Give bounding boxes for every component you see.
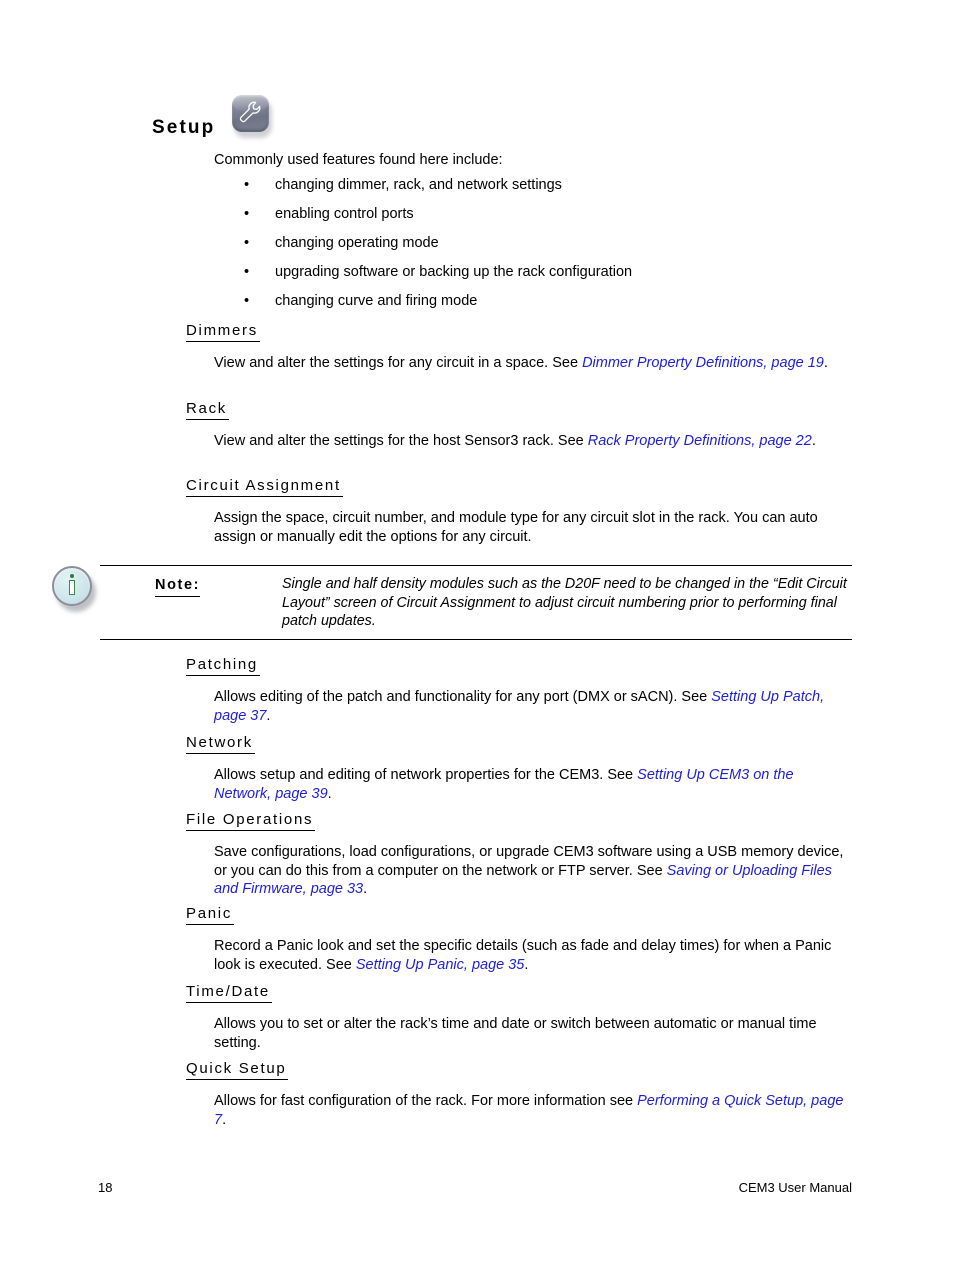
section-body: Record a Panic look and set the specific… (214, 937, 854, 974)
section-body: Save configurations, load configurations… (214, 843, 854, 899)
wrench-icon (231, 94, 273, 138)
section-file-operations: File Operations Save configurations, loa… (186, 811, 854, 899)
section-heading: Dimmers (186, 322, 260, 342)
section-heading: Rack (186, 400, 229, 420)
section-body-pre: View and alter the settings for any circ… (214, 355, 583, 371)
section-body-post: . (524, 956, 529, 973)
note-rule-top (100, 565, 852, 566)
section-body: Allows editing of the patch and function… (214, 688, 854, 725)
note-text: Single and half density modules such as … (282, 576, 847, 629)
section-circuit-assignment: Circuit Assignment Assign the space, cir… (186, 477, 854, 546)
bullet-marker-icon: • (244, 206, 250, 222)
list-item: • enabling control ports (214, 205, 874, 234)
section-body-post: . (327, 785, 332, 802)
section-body-post: . (823, 355, 828, 371)
list-item: • changing operating mode (214, 234, 874, 263)
list-item: • upgrading software or backing up the r… (214, 263, 874, 292)
intro-text: Commonly used features found here includ… (214, 152, 503, 168)
list-item-label: upgrading software or backing up the rac… (275, 264, 633, 280)
section-patching: Patching Allows editing of the patch and… (186, 656, 854, 725)
list-item: • changing dimmer, rack, and network set… (214, 176, 874, 205)
section-body-pre: View and alter the settings for the host… (214, 433, 588, 449)
note-label: Note: (155, 577, 201, 597)
section-body-pre: Allows you to set or alter the rack’s ti… (214, 1016, 817, 1051)
cross-reference-link[interactable]: Rack Property Definitions, page 22 (588, 433, 812, 449)
bullet-marker-icon: • (244, 264, 250, 280)
section-quick-setup: Quick Setup Allows for fast configuratio… (186, 1060, 854, 1129)
section-body: View and alter the settings for the host… (214, 432, 854, 451)
list-item-label: changing operating mode (275, 235, 439, 251)
section-dimmers: Dimmers View and alter the settings for … (186, 322, 854, 373)
bullet-marker-icon: • (244, 293, 250, 309)
document-page: Setup Commonly used features found here … (0, 0, 954, 1272)
section-heading: Quick Setup (186, 1060, 289, 1080)
page-footer: 18 CEM3 User Manual (0, 1180, 954, 1200)
section-body: Assign the space, circuit number, and mo… (214, 509, 854, 546)
list-item: • changing curve and firing mode (214, 292, 874, 321)
footer-manual-title: CEM3 User Manual (738, 1180, 852, 1195)
footer-page-number: 18 (98, 1180, 113, 1195)
section-panic: Panic Record a Panic look and set the sp… (186, 905, 854, 974)
bullet-marker-icon: • (244, 177, 250, 193)
section-body: Allows for fast configuration of the rac… (214, 1092, 854, 1129)
section-heading: File Operations (186, 811, 316, 831)
section-heading: Patching (186, 656, 260, 676)
note-rule-bottom (100, 639, 852, 640)
cross-reference-link[interactable]: Dimmer Property Definitions, page 19 (582, 355, 824, 371)
section-body-pre: Allows for fast configuration of the rac… (214, 1093, 638, 1109)
page-title: Setup (152, 116, 216, 138)
section-body-post: . (811, 433, 816, 449)
section-heading: Circuit Assignment (186, 477, 343, 497)
list-item-label: changing curve and firing mode (275, 293, 478, 309)
section-body-post: . (363, 881, 368, 897)
section-heading: Time/Date (186, 983, 272, 1003)
section-body-pre: Allows editing of the patch and function… (214, 689, 712, 705)
section-body-pre: Allows setup and editing of network prop… (214, 767, 638, 783)
section-body: Allows setup and editing of network prop… (214, 766, 854, 803)
section-rack: Rack View and alter the settings for the… (186, 400, 854, 451)
section-body: Allows you to set or alter the rack’s ti… (214, 1015, 854, 1052)
info-icon (50, 563, 98, 615)
list-item-label: enabling control ports (275, 206, 414, 222)
section-network: Network Allows setup and editing of netw… (186, 734, 854, 803)
section-heading: Network (186, 734, 255, 754)
section-heading: Panic (186, 905, 235, 925)
cross-reference-link[interactable]: Setting Up Panic, page 35 (356, 957, 524, 973)
section-body-post: . (266, 707, 271, 724)
section-time-date: Time/Date Allows you to set or alter the… (186, 983, 854, 1052)
bullet-marker-icon: • (244, 235, 250, 251)
section-body: View and alter the settings for any circ… (214, 354, 854, 373)
feature-bullet-list: • changing dimmer, rack, and network set… (214, 176, 874, 321)
section-body-pre: Assign the space, circuit number, and mo… (214, 510, 818, 545)
list-item-label: changing dimmer, rack, and network setti… (275, 177, 562, 193)
page-title-row: Setup (152, 88, 273, 144)
section-body-post: . (222, 1111, 227, 1128)
